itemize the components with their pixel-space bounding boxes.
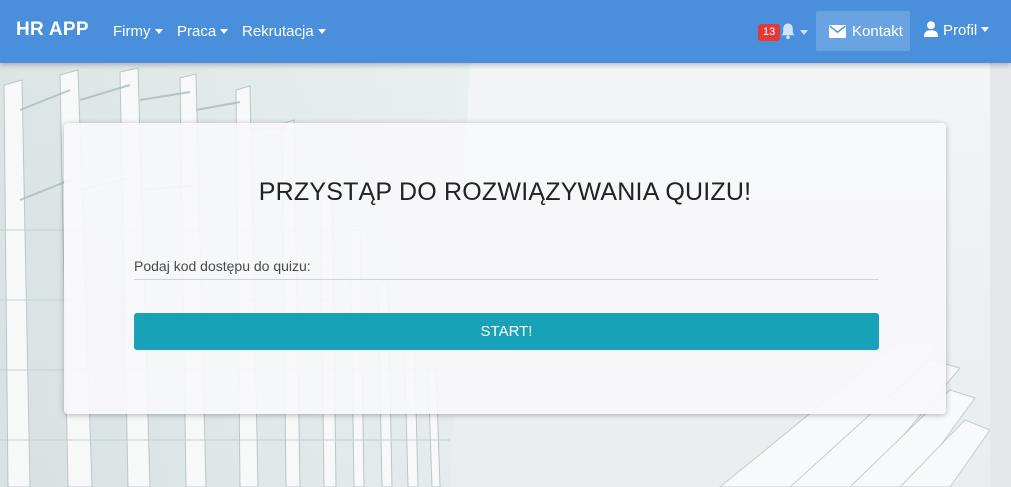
profile-dropdown[interactable]: Profil (924, 21, 990, 40)
contact-label: Kontakt (852, 23, 903, 40)
quiz-card: PRZYSTĄP DO ROZWIĄZYWANIA QUIZU! START! (64, 123, 946, 414)
envelope-icon (829, 25, 846, 38)
start-button[interactable]: START! (134, 313, 879, 350)
page-title: PRZYSTĄP DO ROZWIĄZYWANIA QUIZU! (258, 178, 752, 206)
brand-logo[interactable]: HR APP (16, 19, 89, 41)
bell-icon (781, 23, 795, 40)
menu-firmy-label: Firmy (113, 23, 151, 40)
user-icon (924, 21, 938, 38)
chevron-down-icon (981, 27, 990, 33)
notifications-dropdown[interactable]: 13 (758, 22, 810, 44)
menu-firmy[interactable]: Firmy (113, 23, 163, 40)
menu-praca[interactable]: Praca (177, 23, 229, 40)
chevron-down-icon (800, 30, 808, 35)
chevron-down-icon (154, 28, 163, 34)
notification-count-badge: 13 (758, 24, 781, 41)
menu-praca-label: Praca (177, 23, 217, 40)
menu-rekrutacja[interactable]: Rekrutacja (242, 23, 326, 40)
top-navbar: HR APP Firmy Praca Rekrutacja 13 Kontakt… (0, 0, 1011, 63)
chevron-down-icon (220, 28, 229, 34)
access-code-input[interactable] (134, 253, 879, 280)
menu-rekrutacja-label: Rekrutacja (242, 23, 314, 40)
chevron-down-icon (317, 28, 326, 34)
contact-button[interactable]: Kontakt (816, 11, 910, 51)
profile-label: Profil (943, 22, 978, 39)
